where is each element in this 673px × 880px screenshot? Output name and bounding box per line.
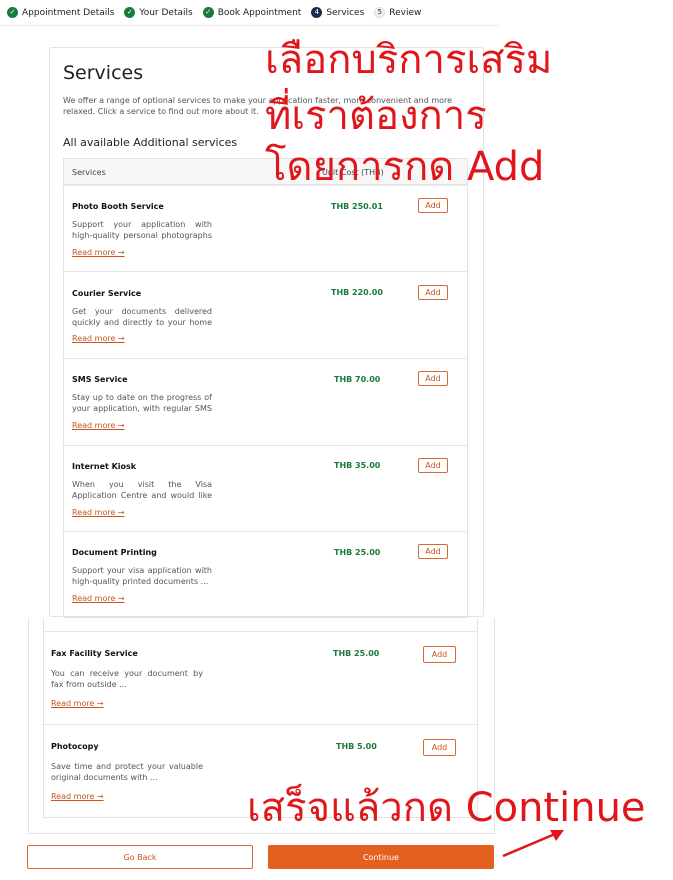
service-name: Document Printing bbox=[72, 548, 157, 557]
service-description: Save time and protect your valuable orig… bbox=[51, 762, 203, 782]
service-description: Stay up to date on the progress of your … bbox=[72, 393, 212, 413]
read-more-link[interactable]: Read more → bbox=[51, 699, 104, 708]
add-button[interactable]: Add bbox=[418, 285, 448, 300]
step-number-badge: 5 bbox=[374, 7, 386, 18]
step-appointment-details[interactable]: ✓ Appointment Details bbox=[7, 7, 114, 18]
service-price: THB 70.00 bbox=[334, 375, 381, 384]
service-price: THB 5.00 bbox=[336, 742, 377, 751]
add-button[interactable]: Add bbox=[418, 198, 448, 213]
step-number-badge: 4 bbox=[311, 7, 323, 18]
add-button[interactable]: Add bbox=[418, 544, 448, 559]
read-more-link[interactable]: Read more → bbox=[51, 792, 104, 801]
service-name: Internet Kiosk bbox=[72, 462, 137, 471]
read-more-link[interactable]: Read more → bbox=[72, 248, 125, 257]
annotation-text: เลือกบริการเสริม bbox=[265, 37, 553, 83]
check-icon: ✓ bbox=[202, 7, 214, 18]
read-more-link[interactable]: Read more → bbox=[72, 421, 125, 430]
add-button[interactable]: Add bbox=[418, 458, 448, 473]
continue-button[interactable]: Continue bbox=[268, 845, 494, 869]
step-label: Book Appointment bbox=[217, 7, 302, 18]
annotation-text: เสร็จแล้วกด Continue bbox=[247, 785, 646, 831]
service-name: SMS Service bbox=[72, 375, 128, 384]
step-label: Appointment Details bbox=[22, 7, 115, 18]
service-description: Get your documents delivered quickly and… bbox=[72, 307, 212, 327]
service-description: Support your application with high-quali… bbox=[72, 220, 212, 240]
service-name: Photocopy bbox=[51, 742, 99, 751]
arrow-icon bbox=[502, 830, 564, 858]
step-label: Your Details bbox=[139, 7, 193, 18]
read-more-link[interactable]: Read more → bbox=[72, 594, 125, 603]
service-description: When you visit the Visa Application Cent… bbox=[72, 480, 212, 500]
step-label: Services bbox=[326, 7, 365, 18]
service-price: THB 25.00 bbox=[333, 649, 380, 658]
check-icon: ✓ bbox=[7, 7, 18, 18]
read-more-link[interactable]: Read more → bbox=[72, 334, 125, 343]
service-price: THB 25.00 bbox=[334, 548, 381, 557]
step-your-details[interactable]: ✓ Your Details bbox=[124, 7, 193, 18]
progress-stepper: ✓ Appointment Details ✓ Your Details ✓ B… bbox=[0, 0, 500, 26]
column-header-services: Services bbox=[72, 168, 106, 177]
read-more-link[interactable]: Read more → bbox=[72, 508, 125, 517]
service-name: Courier Service bbox=[72, 289, 142, 298]
service-description: You can receive your document by fax fro… bbox=[51, 669, 203, 689]
service-description: Support your visa application with high-… bbox=[72, 566, 212, 586]
step-review[interactable]: 5 Review bbox=[374, 7, 421, 18]
service-price: THB 220.00 bbox=[331, 288, 383, 297]
add-button[interactable]: Add bbox=[423, 646, 456, 663]
add-button[interactable]: Add bbox=[423, 739, 456, 756]
check-icon: ✓ bbox=[124, 7, 136, 18]
page-title: Services bbox=[63, 62, 144, 84]
service-price: THB 35.00 bbox=[334, 461, 381, 470]
service-price: THB 250.01 bbox=[331, 202, 383, 211]
step-services[interactable]: 4 Services bbox=[311, 7, 364, 18]
annotation-text: ที่เราต้องการ bbox=[265, 93, 487, 139]
step-book-appointment[interactable]: ✓ Book Appointment bbox=[202, 7, 302, 18]
service-name: Fax Facility Service bbox=[51, 649, 138, 658]
annotation-text: โดยการกด Add bbox=[265, 144, 545, 190]
go-back-button[interactable]: Go Back bbox=[27, 845, 253, 869]
service-name: Photo Booth Service bbox=[72, 202, 164, 211]
section-subtitle: All available Additional services bbox=[63, 136, 238, 149]
step-label: Review bbox=[389, 7, 422, 18]
add-button[interactable]: Add bbox=[418, 371, 448, 386]
